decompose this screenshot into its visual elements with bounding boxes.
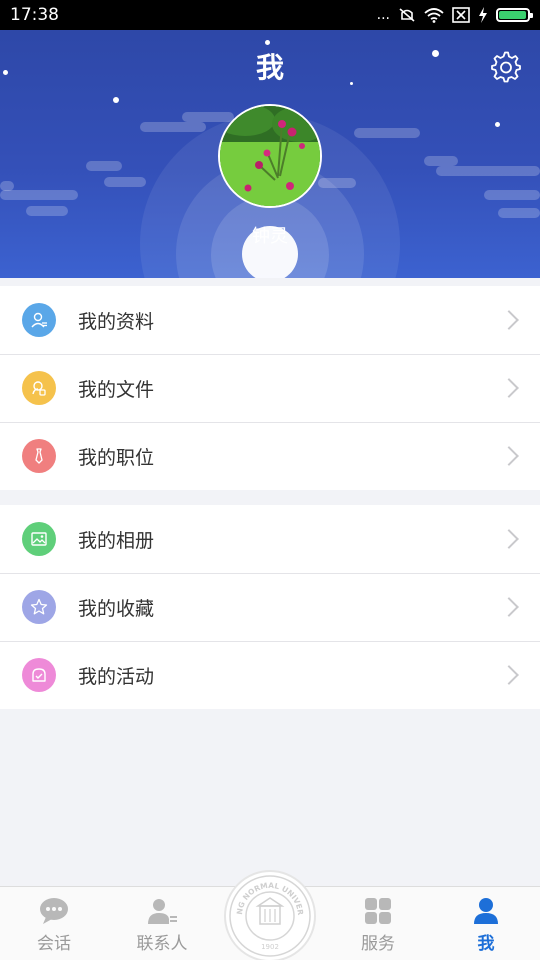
contacts-icon [148, 899, 177, 924]
cloud-decoration [26, 206, 68, 216]
profile-icon [22, 303, 56, 337]
status-bar: 17:38 ... [0, 0, 540, 30]
university-logo-button[interactable]: BEIJING NORMAL UNIVERSITY 1902 [224, 870, 316, 960]
chevron-right-icon [499, 378, 519, 398]
cloud-decoration [104, 177, 146, 187]
more-dots-icon: ... [376, 7, 390, 23]
seal-year: 1902 [261, 943, 279, 951]
cloud-decoration [424, 156, 458, 166]
chat-icon [40, 898, 68, 924]
page-title: 我 [255, 51, 284, 84]
profile-header: 我 钟灵 [0, 30, 540, 278]
star-decoration [265, 40, 270, 45]
menu-item-my-profile[interactable]: 我的资料 [0, 286, 540, 354]
avatar[interactable] [218, 104, 322, 208]
chevron-right-icon [499, 665, 519, 685]
menu-item-label: 我的活动 [78, 665, 155, 688]
activity-icon [22, 658, 56, 692]
battery-icon [496, 8, 533, 22]
chevron-right-icon [499, 597, 519, 617]
cloud-decoration [140, 122, 206, 132]
tab-contacts[interactable]: 联系人 [108, 887, 216, 960]
cloud-decoration [354, 128, 420, 138]
charging-icon [479, 7, 487, 23]
menu-item-my-files[interactable]: 我的文件 [0, 354, 540, 422]
chevron-right-icon [499, 310, 519, 330]
tab-label: 会话 [37, 934, 71, 954]
star-icon [22, 590, 56, 624]
cloud-decoration [0, 190, 78, 200]
status-time: 17:38 [10, 5, 59, 25]
menu-item-label: 我的职位 [78, 446, 155, 469]
tab-chat[interactable]: 会话 [0, 887, 108, 960]
cloud-decoration [86, 161, 122, 171]
battery-level [499, 11, 526, 19]
me-icon [474, 898, 498, 924]
chevron-right-icon [499, 529, 519, 549]
wifi-icon [424, 8, 444, 23]
cloud-decoration [498, 208, 540, 218]
menu-item-label: 我的资料 [78, 310, 155, 333]
sim-blocked-icon [452, 7, 470, 23]
star-decoration [113, 97, 119, 103]
chevron-right-icon [499, 446, 519, 466]
menu-item-label: 我的相册 [78, 529, 155, 552]
services-icon [365, 898, 391, 924]
menu-group-1: 我的资料 我的文件 我的职位 [0, 286, 540, 490]
album-icon [22, 522, 56, 556]
app-root: 17:38 ... 我 钟灵 我的资料 我的文件 我的职位 我的相册 我的收藏 … [0, 0, 540, 960]
menu-item-label: 我的收藏 [78, 597, 155, 620]
menu-item-label: 我的文件 [78, 378, 155, 401]
status-icons: ... [376, 7, 533, 23]
menu-group-2: 我的相册 我的收藏 我的活动 [0, 505, 540, 709]
avatar-photo [220, 106, 320, 206]
university-seal: BEIJING NORMAL UNIVERSITY 1902 [228, 874, 311, 957]
gear-icon [491, 51, 521, 83]
cloud-decoration [436, 166, 540, 176]
menu-item-my-album[interactable]: 我的相册 [0, 505, 540, 573]
tab-label: 联系人 [136, 934, 188, 954]
username: 钟灵 [252, 226, 288, 247]
menu-item-my-favorites[interactable]: 我的收藏 [0, 573, 540, 641]
file-icon [22, 371, 56, 405]
tab-label: 服务 [361, 934, 395, 954]
menu-item-my-position[interactable]: 我的职位 [0, 422, 540, 490]
menu-item-my-activities[interactable]: 我的活动 [0, 641, 540, 709]
settings-button[interactable] [488, 50, 522, 84]
tie-icon [22, 439, 56, 473]
mute-icon [399, 8, 415, 22]
star-decoration [495, 122, 500, 127]
tab-label: 我 [477, 934, 495, 954]
tab-services[interactable]: 服务 [324, 887, 432, 960]
cloud-decoration [484, 190, 540, 200]
tab-me[interactable]: 我 [432, 887, 540, 960]
